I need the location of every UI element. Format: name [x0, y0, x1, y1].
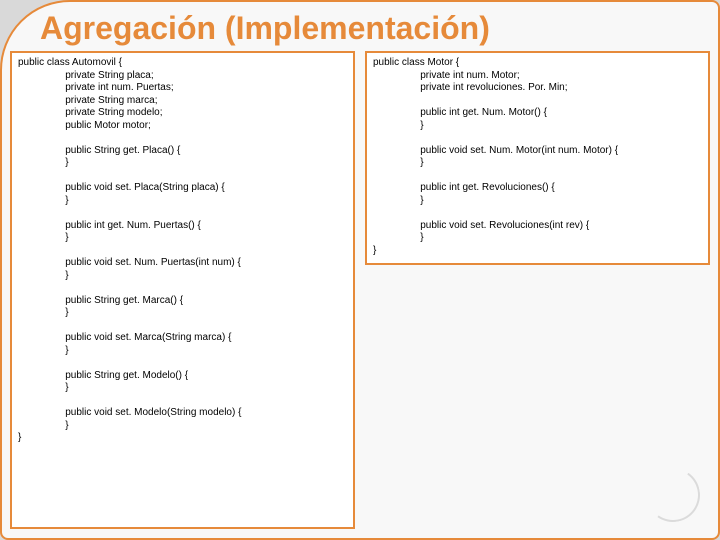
code-automovil: public class Automovil { private String …	[18, 57, 347, 445]
code-box-automovil: public class Automovil { private String …	[10, 51, 355, 529]
code-columns: public class Automovil { private String …	[2, 51, 718, 529]
slide-title: Agregación (Implementación)	[2, 2, 718, 51]
code-motor: public class Motor { private int num. Mo…	[373, 57, 702, 257]
slide-frame: Agregación (Implementación) public class…	[0, 0, 720, 540]
code-box-motor: public class Motor { private int num. Mo…	[365, 51, 710, 265]
